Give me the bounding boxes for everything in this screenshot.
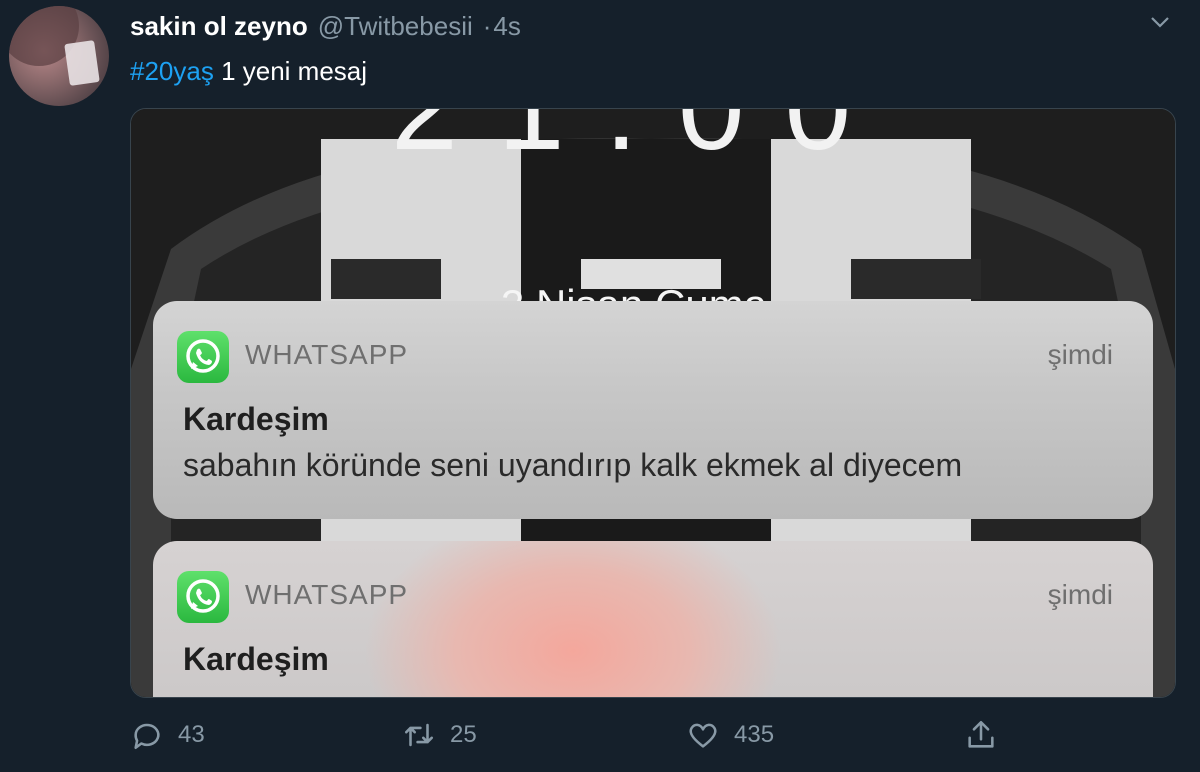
tweet-media[interactable]: 21:00 3 Nisan Cuma WHATSAPP şimdi Kardeş…: [130, 108, 1176, 698]
hashtag-link[interactable]: #20yaş: [130, 56, 214, 86]
avatar[interactable]: [9, 6, 109, 106]
retweet-count: 25: [450, 721, 477, 748]
like-button[interactable]: 435: [686, 718, 774, 752]
lock-clock: 21:00: [391, 108, 892, 175]
separator-dot: ·: [482, 11, 492, 41]
tweet-time[interactable]: 4s: [493, 11, 520, 42]
tweet-body: 1 yeni mesaj: [221, 56, 368, 86]
whatsapp-icon: [177, 571, 229, 623]
notification-app-name: WHATSAPP: [245, 339, 409, 370]
tweet-header: sakin ol zeyno @Twitbebesii · 4s: [130, 11, 521, 45]
notification-sender: Kardeşim: [183, 401, 329, 437]
notification-card[interactable]: WHATSAPP şimdi Kardeşim: [153, 541, 1153, 697]
like-count: 435: [734, 721, 775, 748]
reply-count: 43: [178, 721, 205, 748]
notification-message: sabahın köründe seni uyandırıp kalk ekme…: [183, 447, 963, 483]
tweet-text: #20yaş 1 yeni mesaj: [130, 56, 367, 87]
notification-time: şimdi: [1047, 339, 1113, 370]
reply-button[interactable]: 43: [130, 718, 205, 752]
heart-icon: [689, 723, 717, 748]
user-handle[interactable]: @Twitbebesii: [318, 11, 473, 42]
notification-app-name: WHATSAPP: [245, 579, 409, 610]
share-button[interactable]: [964, 718, 998, 752]
notification-sender: Kardeşim: [183, 641, 329, 677]
notification-card[interactable]: WHATSAPP şimdi Kardeşim sabahın köründe …: [153, 301, 1153, 519]
retweet-icon: [404, 723, 434, 747]
display-name[interactable]: sakin ol zeyno: [130, 11, 308, 42]
notification-time: şimdi: [1047, 579, 1113, 610]
avatar-phone: [64, 40, 100, 86]
chevron-down-icon[interactable]: [1148, 10, 1172, 34]
tweet-actions: 43 25 435: [130, 718, 1190, 762]
share-icon: [968, 720, 994, 748]
reply-icon: [134, 723, 160, 750]
whatsapp-icon: [177, 331, 229, 383]
retweet-button[interactable]: 25: [402, 718, 477, 752]
